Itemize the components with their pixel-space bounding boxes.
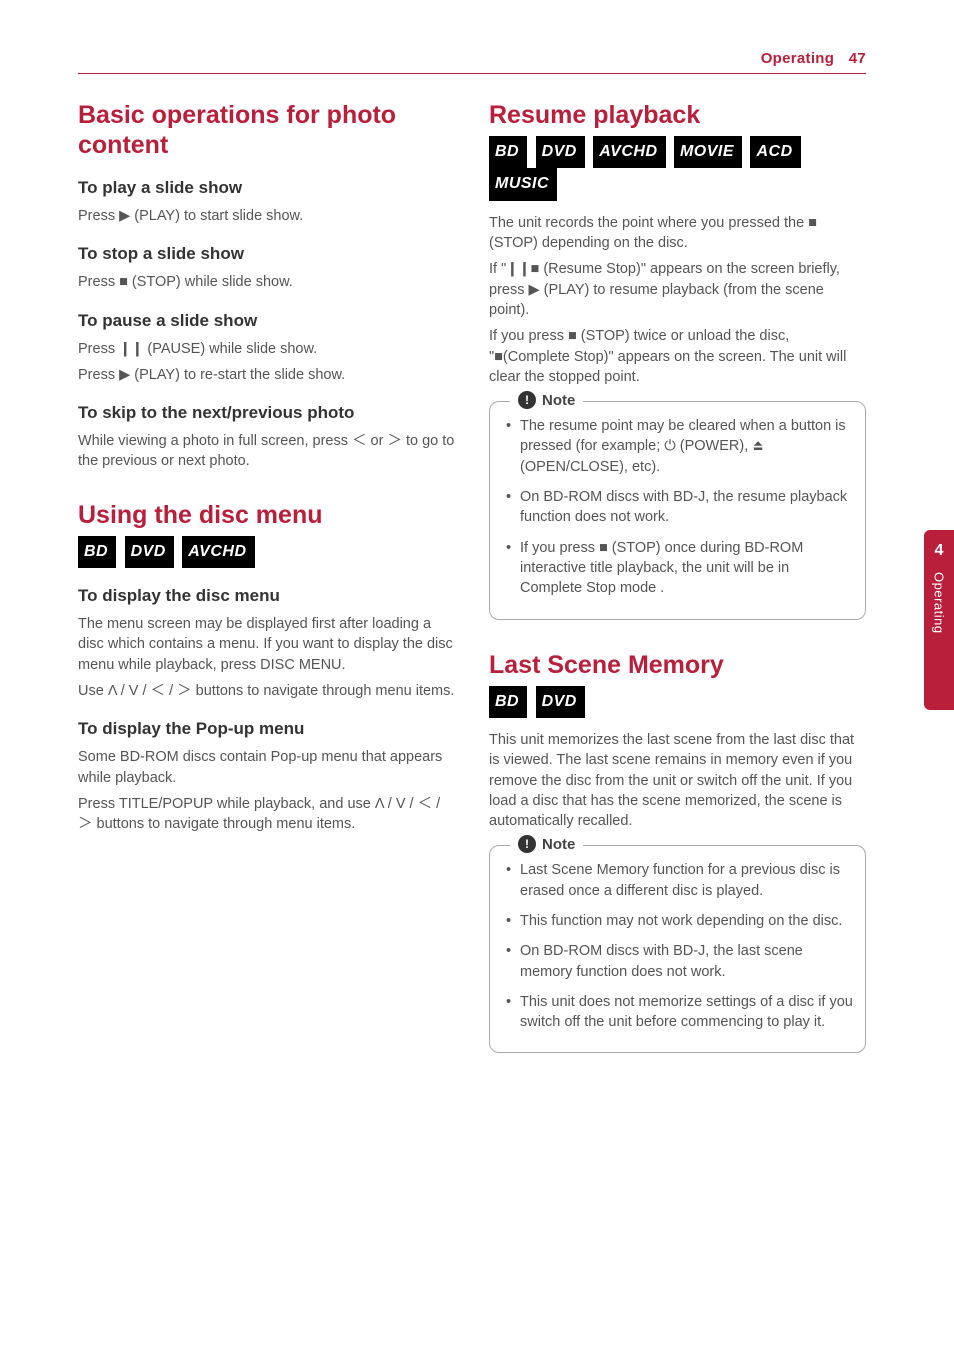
badge-movie: MOVIE: [674, 136, 742, 168]
note-label-text: Note: [542, 392, 575, 409]
heading-display-disc-menu: To display the disc menu: [78, 586, 455, 606]
text-display-disc-menu-2: Use Λ / V / ＜ / ＞ buttons to navigate th…: [78, 681, 455, 701]
badge-dvd: DVD: [536, 136, 585, 168]
text-popup-menu-1: Some BD-ROM discs contain Pop-up menu th…: [78, 747, 455, 788]
note-icon: !: [518, 835, 536, 853]
text-pause-slideshow-2: Press ▶ (PLAY) to re-start the slide sho…: [78, 365, 455, 385]
last-scene-badges: BD DVD: [489, 686, 866, 718]
badge-acd: ACD: [750, 136, 800, 168]
badge-avchd: AVCHD: [182, 536, 254, 568]
note-item: Last Scene Memory function for a previou…: [506, 860, 853, 901]
badge-bd: BD: [78, 536, 116, 568]
note-item: This unit does not memorize settings of …: [506, 992, 853, 1033]
header-page-number: 47: [849, 50, 866, 67]
right-column: Resume playback BD DVD AVCHD MOVIE ACD M…: [489, 100, 866, 1053]
text-last-scene: This unit memorizes the last scene from …: [489, 730, 866, 831]
heading-last-scene-memory: Last Scene Memory: [489, 650, 866, 680]
heading-play-slideshow: To play a slide show: [78, 178, 455, 198]
text-resume-2: If "❙❙■ (Resume Stop)" appears on the sc…: [489, 259, 866, 320]
note-label: ! Note: [510, 391, 583, 409]
note-box-last-scene: ! Note Last Scene Memory function for a …: [489, 845, 866, 1053]
badge-music: MUSIC: [489, 168, 557, 200]
note-box-resume: ! Note The resume point may be cleared w…: [489, 401, 866, 619]
heading-pause-slideshow: To pause a slide show: [78, 311, 455, 331]
badge-bd: BD: [489, 686, 527, 718]
text-skip-photo: While viewing a photo in full screen, pr…: [78, 431, 455, 472]
note-item: This function may not work depending on …: [506, 911, 853, 931]
note-label: ! Note: [510, 835, 583, 853]
heading-basic-operations: Basic operations for photo content: [78, 100, 455, 160]
badge-dvd: DVD: [125, 536, 174, 568]
chapter-side-tab: 4 Operating: [924, 530, 954, 710]
note-item: On BD-ROM discs with BD-J, the resume pl…: [506, 487, 853, 528]
badge-bd: BD: [489, 136, 527, 168]
left-column: Basic operations for photo content To pl…: [78, 100, 455, 1053]
note-item: The resume point may be cleared when a b…: [506, 416, 853, 477]
text-display-disc-menu-1: The menu screen may be displayed first a…: [78, 614, 455, 675]
text-play-slideshow: Press ▶ (PLAY) to start slide show.: [78, 206, 455, 226]
heading-skip-photo: To skip to the next/previous photo: [78, 403, 455, 423]
badge-avchd: AVCHD: [593, 136, 665, 168]
header-section: Operating: [761, 50, 835, 67]
chapter-number: 4: [935, 542, 944, 560]
heading-using-disc-menu: Using the disc menu: [78, 500, 455, 530]
note-item: If you press ■ (STOP) once during BD-ROM…: [506, 538, 853, 599]
note-icon: !: [518, 391, 536, 409]
note-item: On BD-ROM discs with BD-J, the last scen…: [506, 941, 853, 982]
text-resume-3: If you press ■ (STOP) twice or unload th…: [489, 326, 866, 387]
heading-popup-menu: To display the Pop-up menu: [78, 719, 455, 739]
chapter-title: Operating: [932, 572, 947, 634]
resume-badges: BD DVD AVCHD MOVIE ACD MUSIC: [489, 136, 866, 201]
heading-stop-slideshow: To stop a slide show: [78, 244, 455, 264]
text-pause-slideshow-1: Press ❙❙ (PAUSE) while slide show.: [78, 339, 455, 359]
page-header: Operating 47: [78, 50, 866, 74]
badge-dvd: DVD: [536, 686, 585, 718]
text-stop-slideshow: Press ■ (STOP) while slide show.: [78, 272, 455, 292]
heading-resume-playback: Resume playback: [489, 100, 866, 130]
note-label-text: Note: [542, 836, 575, 853]
text-resume-1: The unit records the point where you pre…: [489, 213, 866, 254]
disc-menu-badges: BD DVD AVCHD: [78, 536, 455, 568]
text-popup-menu-2: Press TITLE/POPUP while playback, and us…: [78, 794, 455, 835]
